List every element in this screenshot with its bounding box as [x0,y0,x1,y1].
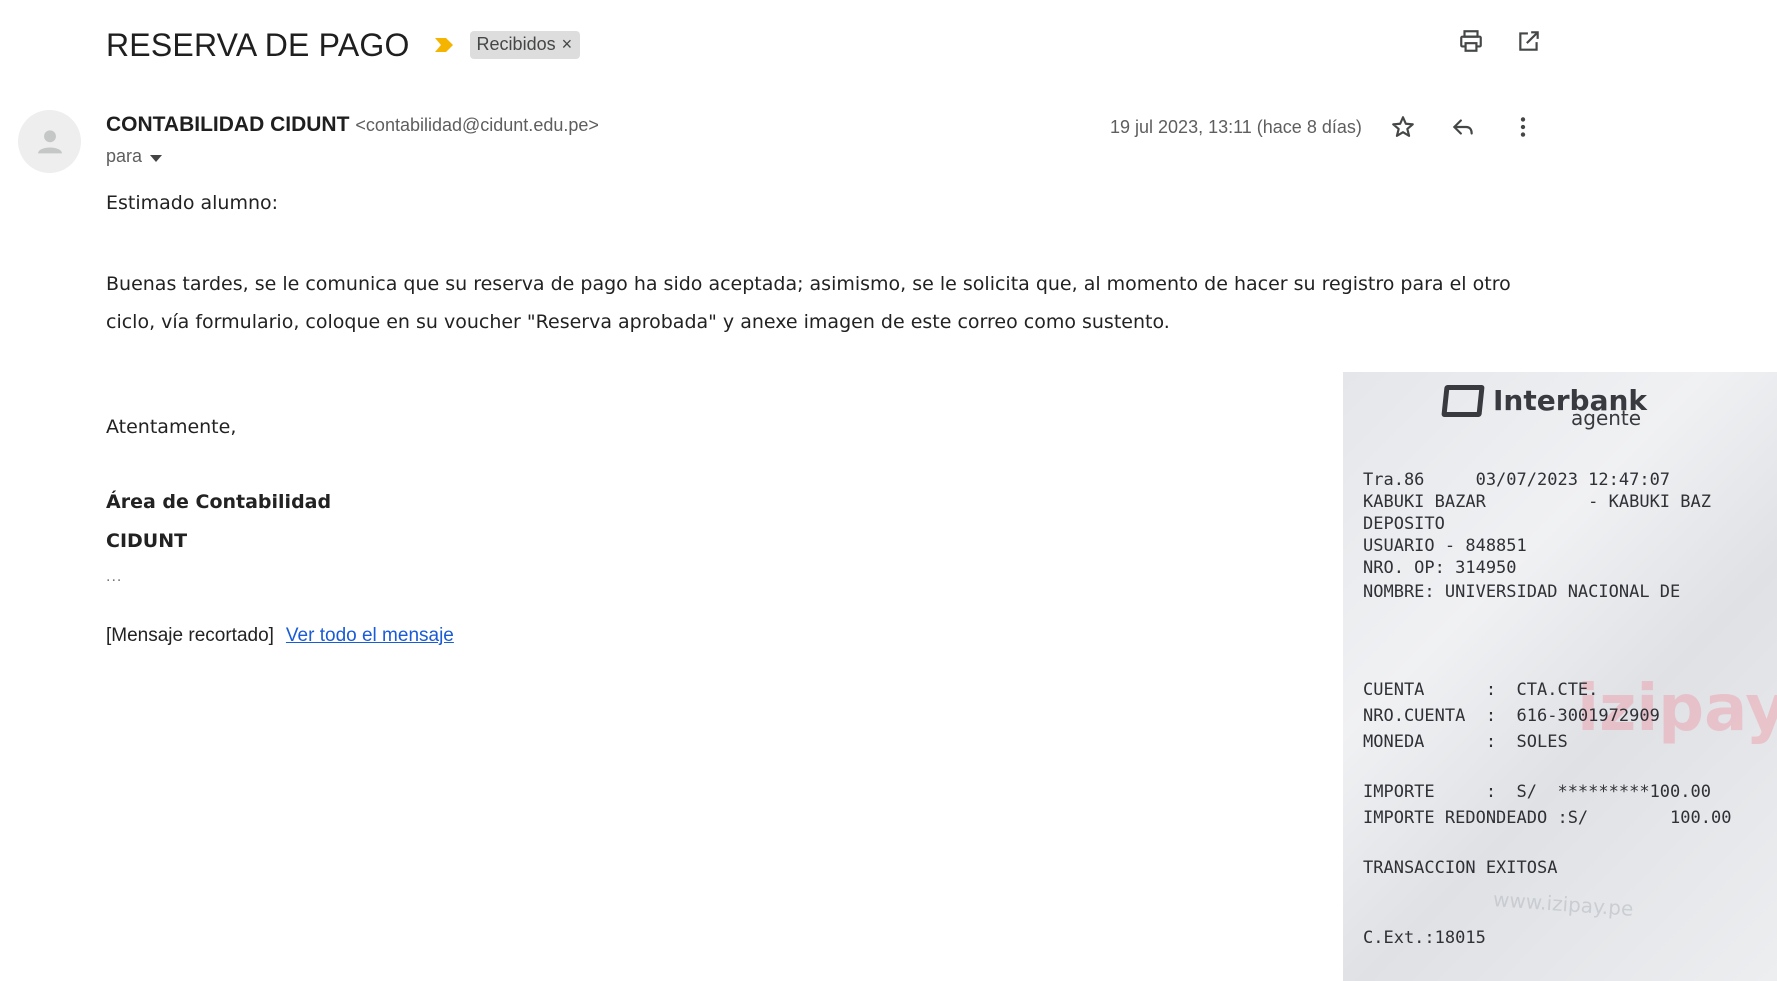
message-date: 19 jul 2023, 13:11 (hace 8 días) [1110,116,1362,137]
label-chip-text: Recibidos [476,34,556,54]
more-vertical-icon [1520,117,1526,137]
star-button[interactable] [1388,112,1418,142]
sender-email: <contabilidad@cidunt.edu.pe> [355,115,599,135]
chevron-down-icon[interactable] [150,154,163,162]
interbank-logo-mark-icon [1441,384,1485,417]
person-icon [37,129,62,153]
open-in-new-window-icon [1519,31,1539,51]
receipt-line: NRO. OP: 314950 [1363,558,1517,578]
clipped-message-text: [Mensaje recortado] [106,625,274,646]
label-chip-recibidos: Recibidos × [469,31,581,59]
receipt-line: NRO.CUENTA : 616-3001972909 [1363,706,1660,726]
receipt-line: NOMBRE: UNIVERSIDAD NACIONAL DE [1363,582,1681,602]
receipt-bg-url: www.izipay.pe [1492,887,1635,921]
star-icon [1392,116,1414,137]
receipt-line: USUARIO - 848851 [1363,536,1527,556]
reply-button[interactable] [1448,112,1478,142]
receipt-line: Tra.86 03/07/2023 12:47:07 [1363,470,1671,490]
top-actions [1456,26,1544,56]
email-subject: RESERVA DE PAGO [106,26,410,63]
email-greeting: Estimado alumno: [106,192,279,214]
print-all-button[interactable] [1456,26,1486,56]
to-label: para [106,146,143,166]
receipt-line: IMPORTE REDONDEADO :S/ 100.00 [1363,808,1732,828]
receipt-line: IMPORTE : S/ *********100.00 [1363,782,1711,802]
sender-line: CONTABILIDAD CIDUNT <contabilidad@cidunt… [106,113,599,137]
receipt-line: MONEDA : SOLES [1363,732,1568,752]
signature-organization: CIDUNT [106,530,188,552]
remove-label-button[interactable]: × [562,34,573,55]
message-meta-row: 19 jul 2023, 13:11 (hace 8 días) [1110,112,1538,142]
receipt-line: DEPOSITO [1363,514,1445,534]
sender-name[interactable]: CONTABILIDAD CIDUNT [106,113,349,137]
open-in-new-window-button[interactable] [1514,26,1544,56]
receipt-line: KABUKI BAZAR - KABUKI BAZ [1363,492,1711,512]
view-entire-message-link[interactable]: Ver todo el mensaje [286,625,454,647]
receipt-line: TRANSACCION EXITOSA [1363,858,1558,878]
receipt-image[interactable]: izipay www.izipay.pe Interbank agente Tr… [1343,372,1777,981]
email-body-paragraph: Buenas tardes, se le comunica que su res… [106,273,1511,333]
recipient-line[interactable]: para [106,146,163,167]
signature-department: Área de Contabilidad [106,491,332,513]
receipt-brand-sub: agente [1571,406,1642,430]
receipt-line: C.Ext.:18015 [1363,928,1486,948]
reply-icon [1453,119,1473,135]
email-closing: Atentamente, [106,416,237,438]
subject-row: RESERVA DE PAGO Recibidos × [106,20,581,70]
sender-avatar[interactable] [18,110,81,173]
show-trimmed-content-button[interactable]: ... [106,568,122,586]
print-icon [1460,30,1482,52]
more-options-button[interactable] [1508,112,1538,142]
importance-marker-icon[interactable] [432,33,456,57]
receipt-line: CUENTA : CTA.CTE. [1363,680,1599,700]
clipped-message-notice: [Mensaje recortado] Ver todo el mensaje [106,625,454,647]
